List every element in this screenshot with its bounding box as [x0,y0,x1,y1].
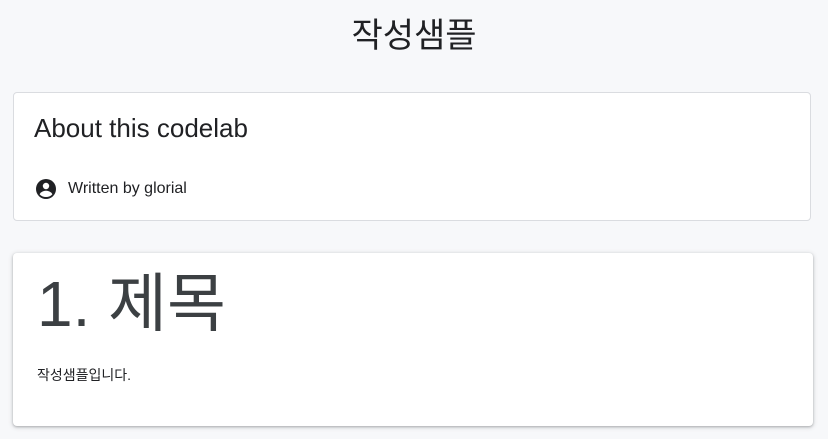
page-title: 작성샘플 [351,17,477,55]
step-heading: 1. 제목 [37,268,226,340]
about-card: About this codelab Written by glorial [13,92,811,221]
step-card: 1. 제목 작성샘플입니다. [13,253,813,426]
author-text: Written by glorial [68,180,187,197]
about-heading: About this codelab [34,113,248,143]
author-row: Written by glorial [34,177,187,201]
step-body-text: 작성샘플입니다. [37,367,132,383]
account-circle-icon [34,177,58,201]
codelab-page: 작성샘플 About this codelab Written by glori… [0,0,828,439]
